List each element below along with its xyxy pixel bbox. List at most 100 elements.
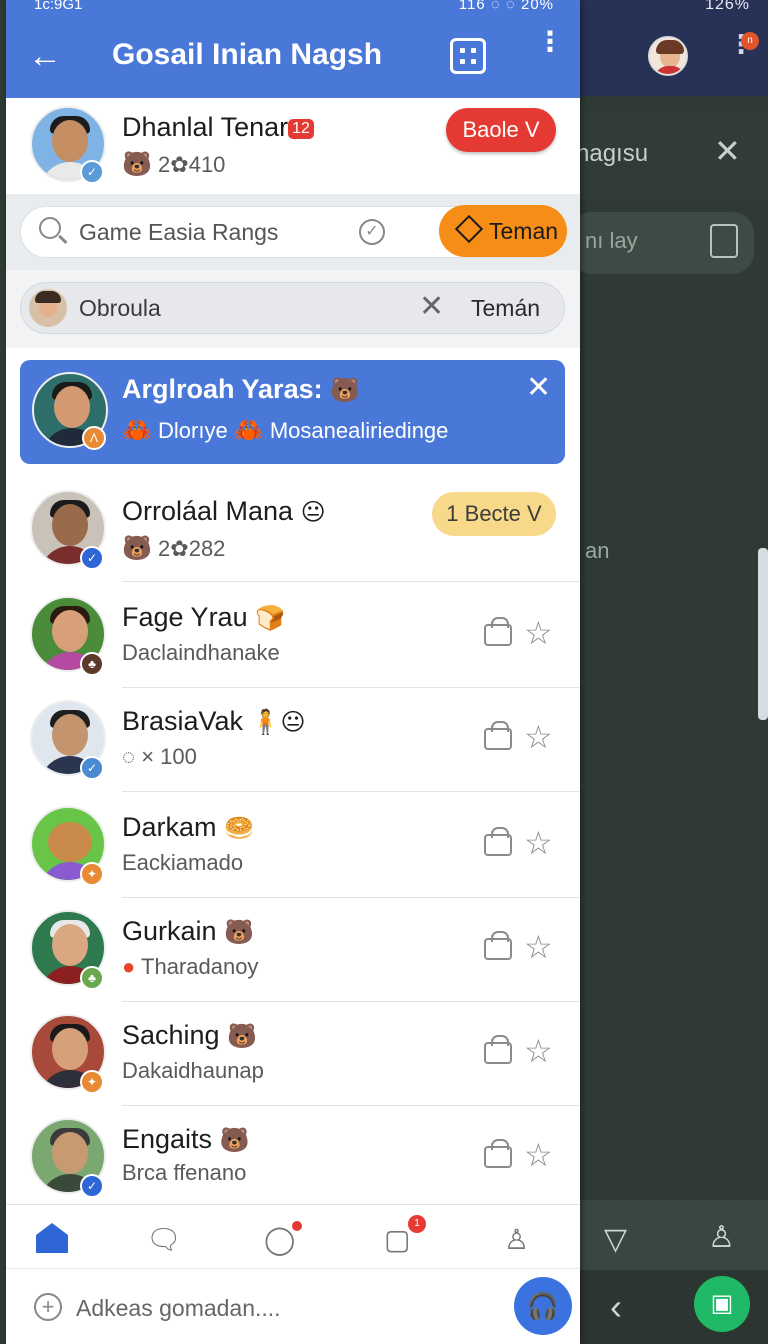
message-icon[interactable]: 🗨	[146, 1223, 182, 1256]
face-emoji-icon: 😐	[300, 499, 326, 526]
background-notification-badge: n	[741, 32, 759, 50]
star-icon[interactable]: ☆	[524, 1032, 553, 1070]
bear-icon: 🐻	[122, 151, 152, 178]
lock-icon[interactable]	[484, 721, 512, 750]
scrollbar[interactable]	[758, 548, 768, 720]
crab-icon: 🦀	[233, 417, 264, 444]
filter-chip[interactable]: Obroula ✕ Temán	[20, 282, 565, 334]
flower-icon: ✿	[170, 152, 189, 177]
qr-code-icon[interactable]	[450, 38, 486, 74]
status-dot-icon: ●	[122, 954, 136, 979]
contact-row[interactable]: ♣ Gurkain 🐻 ● Tharadanoy ☆	[6, 898, 580, 1002]
contact-sub: Eackiamado	[122, 850, 244, 875]
close-icon[interactable]: ✕	[419, 289, 444, 324]
contact-sub: Dakaidhaunap	[122, 1058, 264, 1083]
contact-name: Engaits	[122, 1124, 213, 1154]
calendar-icon[interactable]: ▢	[384, 1223, 410, 1256]
contact-sub: ● Tharadanoy	[122, 954, 258, 980]
chip-action[interactable]: Temán	[471, 295, 540, 322]
lock-icon[interactable]	[484, 931, 512, 960]
bear-icon: 🐻	[122, 535, 152, 562]
star-icon[interactable]: ☆	[524, 824, 553, 862]
contact-row[interactable]: ✓ BrasiaVak 🧍😐 ◌ × 100 ☆	[6, 688, 580, 792]
profile-icon[interactable]: ♙	[504, 1223, 529, 1256]
background-status-battery: 126%	[705, 0, 750, 13]
message-composer[interactable]: + Adkeas gomadan.... 🎧	[6, 1268, 580, 1344]
filter-chip-area: Obroula ✕ Temán	[6, 270, 580, 348]
contact-count: 282	[188, 536, 226, 561]
bear-icon: 🐻	[224, 919, 254, 946]
contact-row[interactable]: ✓ Orroláal Mana 😐 🐻 2✿282 1 Becte V	[6, 478, 580, 582]
document-icon[interactable]	[710, 224, 738, 258]
search-icon	[39, 217, 61, 239]
level-badge-icon: Λ	[82, 426, 106, 450]
bear-icon: 🐻	[219, 1127, 250, 1154]
bread-icon: 🍞	[255, 605, 285, 632]
level-badge-icon: ♣	[80, 966, 104, 990]
headset-button[interactable]: 🎧	[514, 1277, 572, 1335]
contact-name: Gurkain	[122, 916, 217, 946]
background-title: nagısu	[576, 140, 649, 167]
star-icon[interactable]: ☆	[524, 1136, 553, 1174]
app-bar: 1c:9G1 116 ◌ ◌ 20% ← Gosail Inian Nagsh …	[6, 0, 580, 98]
lock-icon[interactable]	[484, 827, 512, 856]
add-icon[interactable]: +	[34, 1293, 62, 1321]
contact-row[interactable]: ✦ Darkam 🥯 Eackiamado ☆	[6, 794, 580, 898]
home-icon[interactable]	[36, 1223, 68, 1253]
chat-panel: 1c:9G1 116 ◌ ◌ 20% ← Gosail Inian Nagsh …	[6, 0, 580, 1344]
star-icon[interactable]: ☆	[524, 614, 553, 652]
verified-badge-icon: ✓	[80, 160, 104, 184]
contact-row[interactable]: ♣ Fage Yrau 🍞 Daclaindhanake ☆	[6, 584, 580, 688]
divider	[122, 581, 580, 582]
filter-icon[interactable]: ▽	[604, 1222, 627, 1257]
contact-sub: Daclaindhanake	[122, 640, 280, 665]
notification-dot	[292, 1221, 302, 1231]
check-circle-icon[interactable]: ✓	[359, 219, 385, 245]
contact-row[interactable]: ✦ Saching 🐻 Dakaidhaunap ☆	[6, 1002, 580, 1106]
level-badge-icon: ♣	[80, 652, 104, 676]
background-avatar[interactable]	[648, 36, 688, 76]
action-button[interactable]: 1 Becte V	[432, 492, 556, 536]
lock-icon[interactable]	[484, 1035, 512, 1064]
contact-name: Orroláal Mana	[122, 496, 294, 526]
face-emoji-icon: 😐	[280, 709, 306, 736]
composer-placeholder: Adkeas gomadan....	[76, 1295, 281, 1321]
moon-icon: ◌	[122, 744, 136, 769]
lock-icon[interactable]	[484, 1139, 512, 1168]
bear-icon: 🐻	[227, 1023, 257, 1050]
back-arrow-icon[interactable]: ←	[28, 36, 68, 76]
verified-badge-icon: ✓	[80, 546, 104, 570]
star-icon[interactable]: ☆	[524, 928, 553, 966]
search-input[interactable]: Game Easia Rangs ✓ Teman	[20, 205, 567, 258]
back-chevron-icon[interactable]: ‹	[610, 1286, 622, 1328]
contact-name: Dhanlal Tenar	[122, 112, 289, 142]
contact-sub-value: 2	[158, 536, 171, 561]
background-fab[interactable]: ▣	[694, 1276, 750, 1332]
contact-sub: Brca ffenano	[122, 1160, 247, 1185]
contact-sub-value: Tharadanoy	[141, 954, 259, 979]
chat-bubble-icon[interactable]: ◯	[264, 1223, 295, 1256]
search-bar-area: Game Easia Rangs ✓ Teman	[6, 194, 580, 270]
more-menu-icon[interactable]: ⋮	[536, 28, 564, 56]
bread-icon: 🥯	[224, 815, 254, 842]
search-placeholder: Game Easia Rangs	[79, 219, 279, 245]
lock-icon[interactable]	[484, 617, 512, 646]
selected-contact-card[interactable]: Λ Arglroah Yaras: 🐻 🦀 Dlorıye 🦀 Mosaneal…	[20, 360, 565, 464]
status-time: 1c:9G1	[34, 0, 83, 13]
contact-sub: ◌ × 100	[122, 744, 197, 770]
contact-row[interactable]: ✓ Engaits 🐻 Brca ffenano ☆	[6, 1106, 580, 1204]
star-icon[interactable]: ☆	[524, 718, 553, 756]
divider	[122, 791, 580, 792]
teman-button[interactable]: Teman	[439, 205, 567, 257]
verified-badge-icon: ✓	[80, 1174, 104, 1198]
notification-badge: 1	[408, 1215, 426, 1233]
close-icon[interactable]: ✕	[526, 370, 551, 405]
contact-sub: 🐻 2✿282	[122, 534, 225, 563]
contact-name: Arglroah Yaras: 🐻	[122, 374, 360, 405]
contact-sub: 🦀 Dlorıye 🦀 Mosanealiriedinge	[122, 416, 448, 445]
contact-row[interactable]: ✓ Dhanlal Tenar 12 🐻 2✿410 Baole V	[6, 98, 580, 194]
action-button[interactable]: Baole V	[446, 108, 556, 152]
user-icon[interactable]: ♙	[708, 1220, 735, 1255]
background-list-text: an	[585, 538, 610, 563]
background-close-icon[interactable]: ✕	[714, 132, 741, 170]
